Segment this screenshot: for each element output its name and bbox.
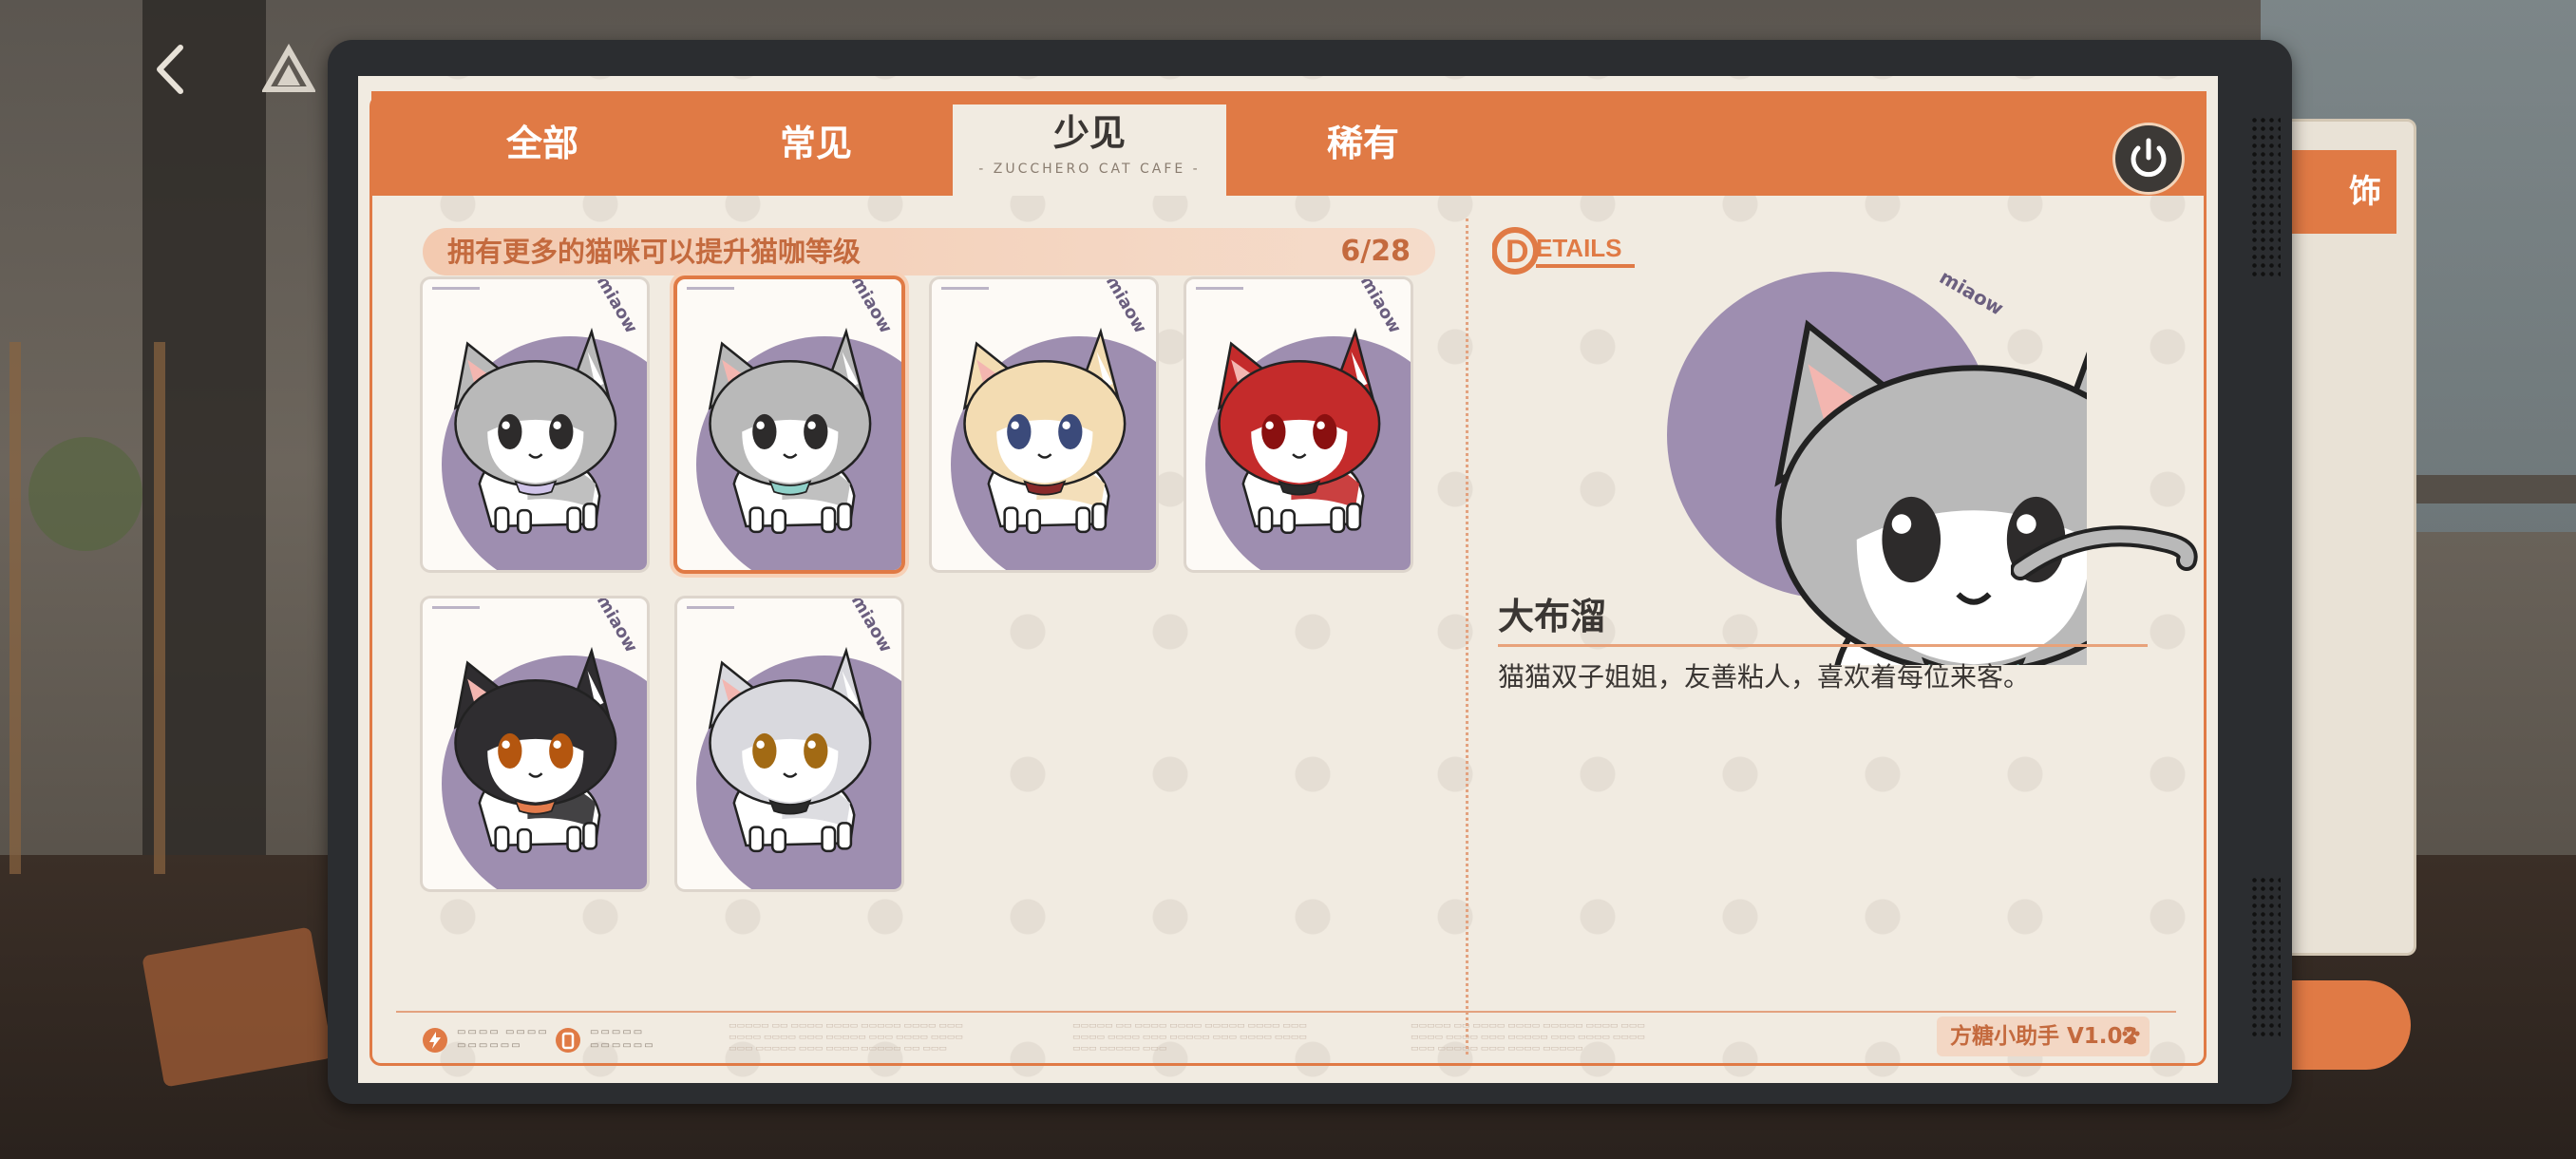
card-header-mark	[687, 606, 734, 630]
panel-divider	[1466, 218, 1468, 1054]
tab-bar: 全部 常见 少见 - ZUCCHERO CAT CAFE - 稀有	[371, 91, 2207, 196]
cat-card[interactable]: miaow	[932, 279, 1156, 570]
footer-divider	[396, 1011, 2176, 1013]
tab-uncommon[interactable]: 少见 - ZUCCHERO CAT CAFE -	[953, 104, 1226, 196]
detail-cat-portrait	[1688, 247, 2198, 788]
version-badge: 方糖小助手 V1.02	[1937, 1016, 2150, 1056]
card-header-mark	[941, 287, 989, 311]
power-button[interactable]	[2115, 125, 2182, 192]
paw-icon	[2122, 1027, 2140, 1045]
tab-all[interactable]: 全部	[406, 91, 679, 196]
cat-tail	[2011, 525, 2198, 580]
footer-fineprint: ▭▭▭▭▭ ▭▭ ▭▭▭▭ ▭▭▭▭ ▭▭▭▭▭ ▭▭▭▭ ▭▭▭ ▭▭▭▭ ▭▭…	[1072, 1021, 1307, 1054]
collection-hint: 拥有更多的猫咪可以提升猫咖等级	[447, 236, 862, 268]
cat-card[interactable]: miaow	[1186, 279, 1411, 570]
svg-text:D: D	[1506, 234, 1529, 270]
tab-label: 全部	[505, 123, 578, 164]
cat-card[interactable]: miaow	[423, 279, 647, 570]
card-header-mark	[432, 606, 480, 630]
version-label: 方糖小助手 V1.02	[1950, 1024, 2138, 1049]
cat-description: 猫猫双子姐姐，友善粘人，喜欢着每位来客。	[1498, 661, 2031, 693]
cat-card[interactable]: miaow	[677, 598, 901, 889]
device-grip	[2250, 116, 2281, 277]
cat-card[interactable]: miaow	[677, 279, 901, 570]
footer-label: ▭▭▭▭▭ ▭▭▭▭▭▭	[590, 1027, 655, 1051]
back-arrow-icon[interactable]	[142, 36, 199, 103]
power-icon	[2131, 138, 2167, 178]
details-badge: D ETAILS	[1491, 224, 1644, 277]
cat-card[interactable]: miaow	[423, 598, 647, 889]
device-grip	[2250, 876, 2281, 1037]
tab-common[interactable]: 常见	[679, 91, 953, 196]
footer-label: ▭▭▭▭ ▭▭▭▭ ▭▭▭▭▭▭	[457, 1027, 549, 1051]
card-header-mark	[1196, 287, 1243, 311]
cat-name: 大布溜	[1498, 596, 1607, 637]
bg-easel	[9, 342, 165, 874]
footer-fineprint: ▭▭▭▭▭ ▭▭ ▭▭▭▭ ▭▭▭▭ ▭▭▭▭▭ ▭▭▭▭ ▭▭▭ ▭▭▭▭ ▭▭…	[729, 1021, 963, 1054]
card-header-mark	[432, 287, 480, 311]
tab-rare[interactable]: 稀有	[1226, 91, 1500, 196]
tab-subtitle: - ZUCCHERO CAT CAFE -	[978, 162, 1201, 177]
footer-fineprint: ▭▭▭▭▭ ▭▭ ▭▭▭▭ ▭▭▭▭ ▭▭▭▭▭ ▭▭▭▭ ▭▭▭ ▭▭▭▭ ▭▭…	[1411, 1021, 1645, 1054]
brand-logo-icon	[260, 43, 317, 97]
svg-text:ETAILS: ETAILS	[1536, 234, 1622, 262]
tab-label: 稀有	[1326, 123, 1399, 164]
collection-count: 6/28	[1340, 235, 1411, 268]
card-header-mark	[687, 287, 734, 311]
bg-plant	[28, 437, 142, 551]
tab-label: 常见	[779, 123, 852, 164]
collection-progress-bar: 拥有更多的猫咪可以提升猫咖等级 6/28	[423, 228, 1435, 276]
lightning-icon	[423, 1028, 447, 1053]
tab-label: 少见	[1052, 112, 1126, 154]
cat-collection-screen: 全部 常见 少见 - ZUCCHERO CAT CAFE - 稀有 拥有更多的猫…	[358, 76, 2218, 1083]
name-underline	[1498, 644, 2148, 647]
battery-icon	[556, 1028, 580, 1053]
